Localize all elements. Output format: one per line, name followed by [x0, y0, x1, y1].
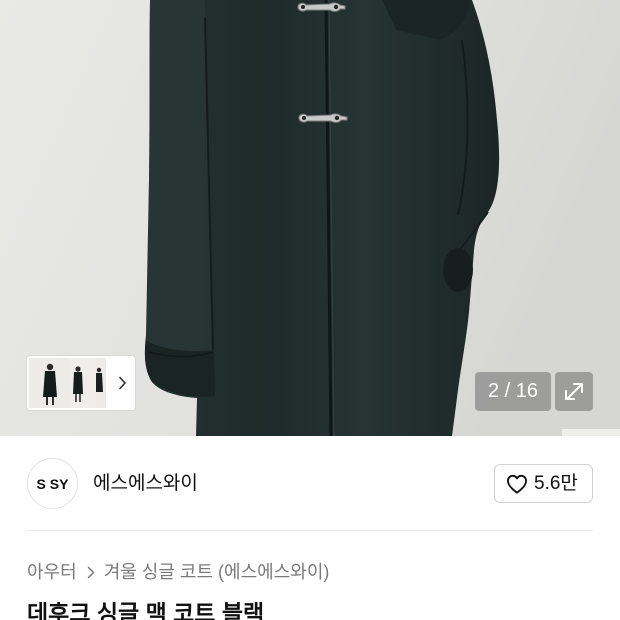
breadcrumb: 아우터 겨울 싱글 코트 (에스에스와이) [27, 559, 329, 585]
left-sleeve [147, 0, 213, 361]
expand-icon [565, 383, 583, 400]
chevron-right-icon[interactable] [118, 376, 127, 390]
thumbnail[interactable] [29, 358, 69, 408]
brand-name-link[interactable]: 에스에스와이 [93, 471, 198, 497]
metal-clasp [297, 2, 346, 12]
breadcrumb-item-category[interactable]: 겨울 싱글 코트 (에스에스와이) [104, 559, 330, 585]
breadcrumb-item-outer[interactable]: 아우터 [27, 559, 77, 585]
product-image-gallery[interactable]: 2 / 16 [0, 0, 620, 436]
brand-logo-text: S SY [36, 475, 69, 492]
thumbnail-strip[interactable] [27, 356, 135, 410]
hand-in-pocket [443, 248, 473, 292]
chevron-right-icon [87, 566, 94, 578]
brand-logo[interactable]: S SY [27, 458, 78, 509]
thumbnail[interactable] [67, 358, 96, 408]
heart-outline-icon [506, 474, 527, 494]
section-divider [27, 530, 593, 531]
thumbnail-photo [68, 358, 96, 408]
product-title: 데후크 싱글 맥 코트 블랙 [27, 602, 265, 620]
photo-floor-edge [562, 429, 620, 436]
metal-clasp [298, 113, 348, 123]
like-button[interactable]: 5.6만 [494, 464, 593, 503]
image-counter-badge: 2 / 16 [475, 372, 551, 411]
like-count: 5.6만 [534, 473, 578, 494]
expand-image-button[interactable] [555, 372, 593, 411]
thumbnail-photo [29, 358, 69, 408]
